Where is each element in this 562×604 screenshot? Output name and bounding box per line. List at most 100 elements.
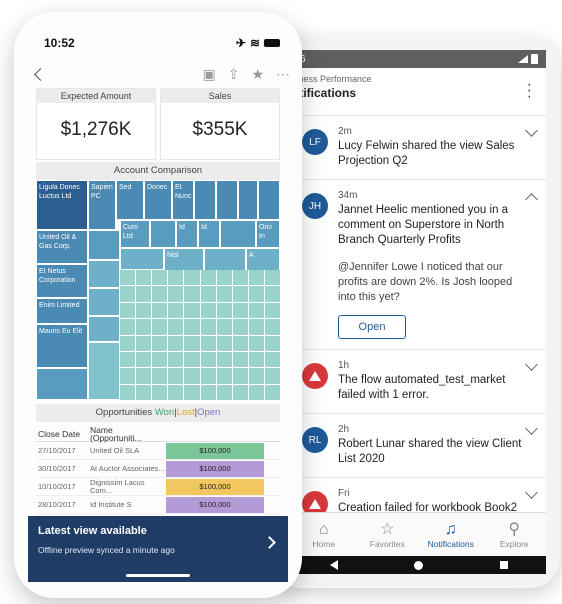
- tab-notifications[interactable]: ♫ Notifications: [419, 513, 483, 556]
- treemap-cell[interactable]: Sed: [116, 180, 144, 220]
- table-row[interactable]: 28/10/2017 Id Institute S $100,000: [36, 496, 280, 514]
- search-icon: ⚲: [508, 520, 521, 538]
- account-comparison-title: Account Comparison: [36, 162, 280, 180]
- notification-time: 34m: [338, 190, 358, 201]
- kpi-sales[interactable]: Sales $355K: [160, 88, 280, 160]
- recents-icon[interactable]: [499, 561, 508, 569]
- notification-comment: @Jennifer Lowe I noticed that our profit…: [338, 261, 513, 303]
- notification-message: Lucy Felwin shared the view Sales Projec…: [338, 140, 515, 167]
- treemap-small-cells: [120, 270, 280, 400]
- treemap-cell[interactable]: Et Netus Corporation: [36, 264, 88, 298]
- avatar: LF: [302, 129, 328, 155]
- table-row[interactable]: 30/10/2017 At Auctor Associates... $100,…: [36, 460, 280, 478]
- table-row[interactable]: 27/10/2017 United Oil SLA $100,000: [36, 442, 280, 460]
- treemap-cell[interactable]: Enim Limited: [36, 298, 88, 324]
- more-icon[interactable]: ⋯: [276, 66, 290, 83]
- amount-cell: $100,000: [166, 478, 264, 495]
- signal-icon: [518, 54, 538, 64]
- star-icon[interactable]: ★: [251, 66, 264, 83]
- treemap-cell[interactable]: [88, 230, 120, 260]
- chevron-down-icon[interactable]: [525, 124, 538, 137]
- treemap-cell[interactable]: [88, 260, 120, 288]
- table-header: Close Date Name (Opportuniti...: [36, 424, 280, 443]
- share-icon[interactable]: ⇪: [228, 66, 240, 83]
- tab-favorites[interactable]: ☆ Favorites: [356, 513, 420, 556]
- bottom-tab-bar: ⌂ Home ☆ Favorites ♫ Notifications ⚲ Exp…: [292, 512, 546, 556]
- treemap-cell[interactable]: [88, 288, 120, 316]
- notification-time: Fri: [338, 488, 350, 499]
- notification-item[interactable]: LF 2m Lucy Felwin shared the view Sales …: [292, 116, 546, 180]
- kebab-icon[interactable]: · · ·: [527, 77, 532, 105]
- legend-won[interactable]: Won: [155, 407, 174, 418]
- chevron-down-icon[interactable]: [525, 358, 538, 371]
- notification-message: The flow automated_test_market failed wi…: [338, 374, 506, 401]
- ios-status-bar: 10:52 ✈ ≋: [44, 36, 280, 50]
- treemap-cell[interactable]: [258, 180, 280, 220]
- airplane-icon: ✈: [235, 36, 246, 50]
- column-header: Name (Opportuniti...: [90, 424, 142, 443]
- notification-item[interactable]: RL 2h Robert Lunar shared the view Clien…: [292, 414, 546, 478]
- tab-label: Favorites: [369, 538, 405, 549]
- banner-subtitle: Offline preview synced a minute ago: [38, 545, 175, 555]
- close-date: 27/10/2017: [38, 446, 76, 455]
- home-indicator[interactable]: [126, 574, 190, 577]
- amount-cell: $100,000: [166, 460, 264, 477]
- open-button[interactable]: Open: [338, 315, 406, 339]
- treemap-cell[interactable]: [238, 180, 258, 220]
- treemap-cell[interactable]: [120, 248, 164, 270]
- treemap-cell[interactable]: [216, 180, 238, 220]
- chevron-down-icon[interactable]: [525, 422, 538, 435]
- treemap-cell[interactable]: Orci In: [256, 220, 280, 248]
- latest-view-banner[interactable]: Latest view available Offline preview sy…: [28, 516, 288, 582]
- notification-list: LF 2m Lucy Felwin shared the view Sales …: [292, 116, 546, 512]
- treemap-cell[interactable]: [36, 368, 88, 400]
- notification-time: 2m: [338, 126, 352, 137]
- chevron-up-icon[interactable]: [525, 193, 538, 206]
- notification-item[interactable]: Fri Creation failed for workbook Book2: [292, 478, 546, 512]
- legend-lost[interactable]: Lost: [177, 407, 195, 418]
- treemap-cell[interactable]: [194, 180, 216, 220]
- treemap-cell[interactable]: [88, 342, 120, 400]
- close-date: 30/10/2017: [38, 464, 76, 473]
- android-phone: 6 siness Performance otifications · · · LF…: [270, 36, 560, 588]
- treemap-cell[interactable]: Ligula Donec Luctus Ltd: [36, 180, 88, 230]
- opportunity-name: United Oil SLA: [90, 445, 140, 455]
- treemap-cell[interactable]: Donec: [144, 180, 172, 220]
- treemap-cell[interactable]: Mauris Eu Elit: [36, 324, 88, 368]
- amount-cell: $100,000: [166, 442, 264, 459]
- home-button-icon[interactable]: [414, 560, 424, 570]
- device-layout-icon[interactable]: ▣: [202, 66, 215, 83]
- treemap-cell[interactable]: Id: [198, 220, 220, 248]
- treemap-cell[interactable]: United Oil & Gas Corp.: [36, 230, 88, 264]
- notification-message: Robert Lunar shared the view Client List…: [338, 438, 522, 465]
- chevron-down-icon[interactable]: [525, 486, 538, 499]
- back-icon[interactable]: [34, 67, 47, 81]
- view-toolbar: ▣ ⇪ ★ ⋯: [32, 64, 290, 84]
- notification-item[interactable]: JH 34m Jannet Heelic mentioned you in a …: [292, 180, 546, 350]
- opportunity-name: Dignissim Lacus Com...: [90, 477, 145, 495]
- android-screen: 6 siness Performance otifications · · · LF…: [292, 50, 546, 574]
- close-date: 10/10/2017: [38, 482, 76, 491]
- back-icon[interactable]: [330, 560, 339, 570]
- table-row[interactable]: 10/10/2017 Dignissim Lacus Com... $100,0…: [36, 478, 280, 496]
- treemap-cell[interactable]: Cum Ltd: [120, 220, 150, 248]
- opportunity-name: At Auctor Associates...: [90, 463, 165, 473]
- iphone: 10:52 ✈ ≋ ▣ ⇪ ★ ⋯ Expected Amount $1,276…: [14, 12, 302, 598]
- kpi-expected-amount[interactable]: Expected Amount $1,276K: [36, 88, 156, 160]
- avatar: RL: [302, 427, 328, 453]
- legend-open[interactable]: Open: [197, 407, 220, 418]
- treemap-cell[interactable]: Sapien PC: [88, 180, 116, 230]
- bell-icon: ♫: [444, 520, 457, 538]
- notification-item[interactable]: 1h The flow automated_test_market failed…: [292, 350, 546, 414]
- android-status-bar: 6: [292, 50, 546, 68]
- tab-explore[interactable]: ⚲ Explore: [483, 513, 547, 556]
- treemap-cell[interactable]: Et Nunc: [172, 180, 194, 220]
- notifications-header: siness Performance otifications · · ·: [292, 68, 546, 116]
- treemap-cell[interactable]: [88, 316, 120, 342]
- treemap-cell[interactable]: Id: [176, 220, 198, 248]
- treemap-cell[interactable]: [150, 220, 176, 248]
- treemap-cell[interactable]: [220, 220, 256, 248]
- star-icon: ☆: [380, 520, 395, 538]
- tab-label: Explore: [499, 538, 529, 549]
- close-date: 28/10/2017: [38, 500, 76, 509]
